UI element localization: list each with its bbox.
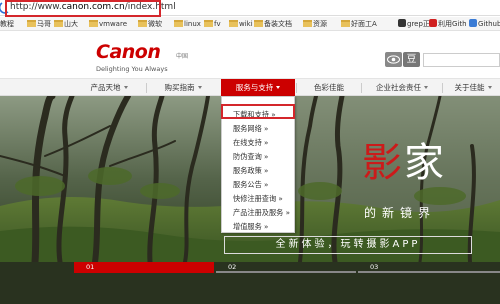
slide-tab-1[interactable]: 01 <box>74 262 214 273</box>
bookmark-item[interactable]: 备装文档 <box>254 19 292 29</box>
folder-icon <box>229 20 238 27</box>
bookmark-label: grep正 <box>407 20 430 28</box>
eye-icon[interactable] <box>385 52 402 67</box>
bookmarks-bar: 教程 马哥 山大 vmware 微软 linux fv wiki 备装文档 资源 好面工A grep正… <box>0 17 500 31</box>
bookmark-item[interactable]: fv <box>204 19 221 29</box>
dropdown-item-online-support[interactable]: 在线支持 » <box>233 138 268 148</box>
slogan: Delighting You Always <box>96 65 168 73</box>
bookmark-item[interactable]: linux <box>174 19 201 29</box>
nav-item-about-canon[interactable]: 关于佳能 <box>443 79 500 96</box>
nav-item-csr[interactable]: 企业社会责任 <box>362 79 442 96</box>
folder-icon <box>254 20 263 27</box>
search-input[interactable] <box>423 53 500 67</box>
hero-title: 影家 <box>362 140 446 186</box>
slide-tab-2[interactable]: 02 <box>216 262 356 273</box>
bookmark-label: 资源 <box>313 20 327 28</box>
bookmark-label: 微软 <box>148 20 162 28</box>
bookmark-label: vmware <box>99 20 128 28</box>
url-highlight-box <box>5 0 161 17</box>
bookmark-label: fv <box>214 20 221 28</box>
chevron-down-icon <box>487 86 492 89</box>
dropdown-item-anti-counterfeit[interactable]: 防伪查询 » <box>233 152 268 162</box>
bookmark-label: 利用Gith <box>438 20 467 28</box>
bookmark-label: linux <box>184 20 201 28</box>
site-header: Canon 中国 Delighting You Always 豆 <box>0 31 500 78</box>
bookmark-item[interactable]: 好面工A <box>341 19 377 29</box>
folder-icon <box>138 20 147 27</box>
bookmark-label: 教程 <box>0 20 14 28</box>
folder-icon <box>174 20 183 27</box>
slide-tabs: 01 02 03 <box>74 262 500 273</box>
folder-icon <box>27 20 36 27</box>
folder-icon <box>341 20 350 27</box>
dropdown-item-service-network[interactable]: 服务网络 » <box>233 124 268 134</box>
folder-icon <box>89 20 98 27</box>
nav-item-service-support[interactable]: 服务与支持 <box>221 79 295 96</box>
bookmark-item[interactable]: 资源 <box>303 19 327 29</box>
bookmark-item[interactable]: 教程 <box>0 19 14 29</box>
bookmark-item[interactable]: grep正 <box>398 19 430 29</box>
chevron-down-icon <box>276 86 281 89</box>
slide-tab-3[interactable]: 03 <box>358 262 500 273</box>
main-nav: 产品天地 购买指南 服务与支持 色彩佳能 企业社会责任 关于佳能 <box>0 78 500 96</box>
bookmark-label: 马哥 <box>37 20 51 28</box>
nav-item-color-canon[interactable]: 色彩佳能 <box>297 79 361 96</box>
bookmark-icon <box>429 19 437 27</box>
dropdown-item-product-registration[interactable]: 产品注册及服务 » <box>233 208 290 218</box>
bookmark-label: 好面工A <box>351 20 377 28</box>
bookmark-label: Github <box>478 20 500 28</box>
folder-icon <box>303 20 312 27</box>
region-label[interactable]: 中国 <box>176 51 188 60</box>
bookmark-item[interactable]: 山大 <box>54 19 78 29</box>
dropdown-item-service-policy[interactable]: 服务政策 » <box>233 166 268 176</box>
banner-cta-button[interactable]: 全新体验，玩转摄影APP <box>224 236 472 254</box>
folder-icon <box>204 20 213 27</box>
dropdown-item-quick-repair[interactable]: 快修注册查询 » <box>233 194 283 204</box>
chevron-down-icon <box>197 86 202 89</box>
bookmark-icon <box>398 19 406 27</box>
bookmark-item[interactable]: 利用Gith <box>429 19 467 29</box>
bookmark-label: 备装文档 <box>264 20 292 28</box>
nav-item-products[interactable]: 产品天地 <box>72 79 146 96</box>
download-support-highlight-box <box>221 104 295 119</box>
bookmark-item[interactable]: 马哥 <box>27 19 51 29</box>
bookmark-item[interactable]: Github <box>469 19 500 29</box>
nav-item-buying-guide[interactable]: 购买指南 <box>147 79 219 96</box>
bookmark-item[interactable]: 微软 <box>138 19 162 29</box>
bookmark-label: wiki <box>239 20 253 28</box>
dropdown-item-service-notice[interactable]: 服务公告 » <box>233 180 268 190</box>
chevron-down-icon <box>424 86 428 89</box>
chevron-down-icon <box>123 86 128 89</box>
bookmark-item[interactable]: vmware <box>89 19 127 29</box>
hero-subtitle: 的新镜界 <box>364 206 437 220</box>
folder-icon <box>54 20 63 27</box>
canon-logo[interactable]: Canon <box>96 41 161 63</box>
bookmark-icon <box>469 19 477 27</box>
dropdown-item-value-added[interactable]: 增值服务 » <box>233 222 268 232</box>
douban-icon[interactable]: 豆 <box>403 52 420 67</box>
bookmark-label: 山大 <box>64 20 78 28</box>
bookmark-item[interactable]: wiki <box>229 19 253 29</box>
